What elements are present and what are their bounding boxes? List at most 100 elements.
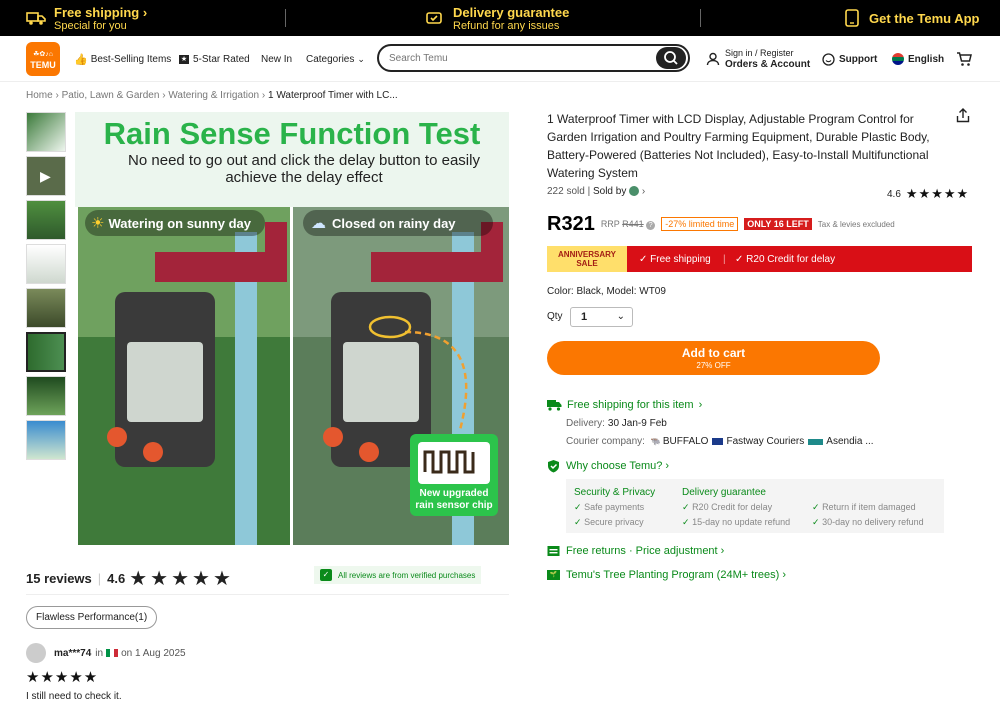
free-shipping-item-label: Free shipping for this item [567, 399, 694, 411]
chevron-right-icon: › [665, 460, 670, 472]
support-link[interactable]: Support [822, 36, 877, 82]
breadcrumb-watering[interactable]: Watering & Irrigation [168, 90, 259, 101]
nav-categories[interactable]: Categories ⌄ [306, 36, 365, 82]
why-choose-link[interactable]: Why choose Temu? › [547, 459, 669, 473]
flag-icon [892, 53, 904, 65]
security-item: Secure privacy [584, 517, 644, 527]
store-icon[interactable] [629, 186, 640, 197]
get-app-label: Get the Temu App [869, 10, 980, 26]
why-choose-label: Why choose Temu? [566, 460, 663, 472]
free-shipping-link[interactable]: Free shipping for this item › [547, 398, 702, 412]
shipping-truck-icon [547, 400, 562, 411]
rating-stars-icon: ★★★★★ [129, 568, 234, 590]
delivery-item: R20 Credit for delay [692, 502, 773, 512]
breadcrumb-home[interactable]: Home [26, 90, 53, 101]
check-icon: ✓ [574, 502, 582, 512]
chevron-right-icon: › [720, 545, 725, 557]
thumbnail-video[interactable]: ▶ [26, 156, 66, 196]
info-icon[interactable]: ? [646, 220, 656, 230]
chevron-down-icon: ⌄ [357, 53, 365, 64]
thumbnail[interactable] [26, 244, 66, 284]
free-returns-label: Free returns · Price adjustment [566, 545, 718, 557]
sunny-label: ☀ Watering on sunny day [91, 214, 251, 232]
sold-meta: 222 sold | Sold by › [547, 186, 646, 197]
sunny-label-text: Watering on sunny day [108, 215, 251, 231]
rainy-label-text: Closed on rainy day [332, 215, 456, 231]
thumbnail[interactable] [26, 112, 66, 152]
tree-icon: 🌱 [547, 570, 560, 580]
get-app-promo[interactable]: Get the Temu App [845, 0, 980, 36]
phone-icon [845, 9, 859, 27]
support-label: Support [839, 53, 878, 65]
star-badge-icon: ★ [179, 54, 189, 64]
product-main-image[interactable]: Rain Sense Function Test No need to go o… [75, 112, 509, 545]
sold-by-label[interactable]: Sold by [593, 186, 626, 197]
variant-label[interactable]: Color: Black, Model: WT09 [547, 286, 666, 297]
account-menu[interactable]: Sign in / Register Orders & Account [706, 36, 810, 82]
chevron-right-icon: › [698, 399, 703, 411]
cloud-rain-icon: ☁ [311, 215, 326, 232]
thumbnail-strip: ▶ [26, 112, 66, 464]
asendia-logo-icon [808, 438, 824, 445]
courier-label: Courier company: [566, 436, 645, 447]
tax-note: Tax & levies excluded [817, 219, 895, 229]
delivery-guarantee-promo[interactable]: Delivery guarantee Refund for any issues [425, 0, 569, 36]
qty-label: Qty [547, 311, 563, 322]
delivery-value: 30 Jan-9 Feb [607, 418, 667, 429]
language-selector[interactable]: English [892, 36, 944, 82]
search-button[interactable] [656, 47, 686, 69]
nav-five-star[interactable]: ★ 5-Star Rated [179, 36, 250, 82]
security-item: Safe payments [584, 502, 645, 512]
delivery-guarantee-column-2: ✓ Return if item damaged ✓ 30-day no del… [812, 500, 924, 530]
courier-asendia: Asendia ... [826, 436, 874, 447]
italy-flag-icon [106, 649, 119, 657]
tree-planting-link[interactable]: 🌱 Temu's Tree Planting Program (24M+ tre… [547, 568, 786, 582]
rrp-label: RRP [600, 218, 620, 229]
search-input[interactable] [389, 50, 639, 66]
orders-label: Orders & Account [725, 59, 811, 70]
thumbnail[interactable] [26, 376, 66, 416]
rating-stars-icon: ★★★★★ [905, 186, 970, 201]
product-rating-value: 4.6 [887, 188, 901, 200]
nav-new-in[interactable]: New In [261, 36, 292, 82]
search-bar [377, 44, 690, 72]
thumbnail[interactable] [26, 200, 66, 240]
thumbs-up-icon: 👍 [74, 53, 88, 66]
temu-logo[interactable]: ☘✿♪⌂ TEMU [26, 42, 60, 76]
qty-select[interactable]: 1 ⌄ [570, 307, 633, 327]
anniversary-tag: ANNIVERSARY SALE [547, 246, 627, 272]
hero-headline: Rain Sense Function Test [103, 116, 481, 151]
divider [26, 594, 509, 595]
check-icon: ✓ [812, 517, 820, 527]
nav-best-selling[interactable]: 👍 Best-Selling Items [74, 36, 171, 82]
share-icon[interactable] [956, 108, 970, 128]
reviewer-info: ma***74 in on 1 Aug 2025 [26, 643, 186, 663]
avatar [26, 643, 46, 663]
thumbnail-selected[interactable] [26, 332, 66, 372]
divider: | [723, 253, 726, 265]
thumbnail[interactable] [26, 420, 66, 460]
rrp-value: R441 [622, 218, 644, 229]
stock-badge: ONLY 16 LEFT [744, 218, 812, 230]
hero-subtitle: No need to go out and click the delay bu… [128, 152, 480, 186]
verified-text: All reviews are from verified purchases [338, 570, 476, 580]
play-icon: ▶ [40, 168, 51, 184]
free-shipping-promo[interactable]: Free shipping › Special for you [26, 0, 147, 36]
nav-five-star-label: 5-Star Rated [193, 53, 250, 65]
review-text: I still need to check it. [26, 691, 122, 702]
tree-planting-label: Temu's Tree Planting Program (24M+ trees… [566, 569, 780, 581]
delivery-guarantee-sub: Refund for any issues [453, 19, 560, 32]
cart-button[interactable] [956, 36, 972, 82]
divider: | [97, 571, 102, 586]
product-rating[interactable]: 4.6 ★★★★★ [887, 186, 969, 202]
delivery-item: Return if item damaged [822, 502, 916, 512]
breadcrumb-patio[interactable]: Patio, Lawn & Garden [62, 90, 160, 101]
delivery-estimate: Delivery: 30 Jan-9 Feb [566, 418, 667, 429]
add-to-cart-button[interactable]: Add to cart 27% OFF [547, 341, 880, 375]
review-filter-chip[interactable]: Flawless Performance(1) [26, 606, 158, 629]
chevron-right-icon: › [782, 569, 786, 581]
thumbnail[interactable] [26, 288, 66, 328]
price: R321 [547, 212, 595, 235]
free-shipping-title: Free shipping [54, 4, 140, 20]
free-returns-link[interactable]: Free returns · Price adjustment › [547, 544, 724, 558]
